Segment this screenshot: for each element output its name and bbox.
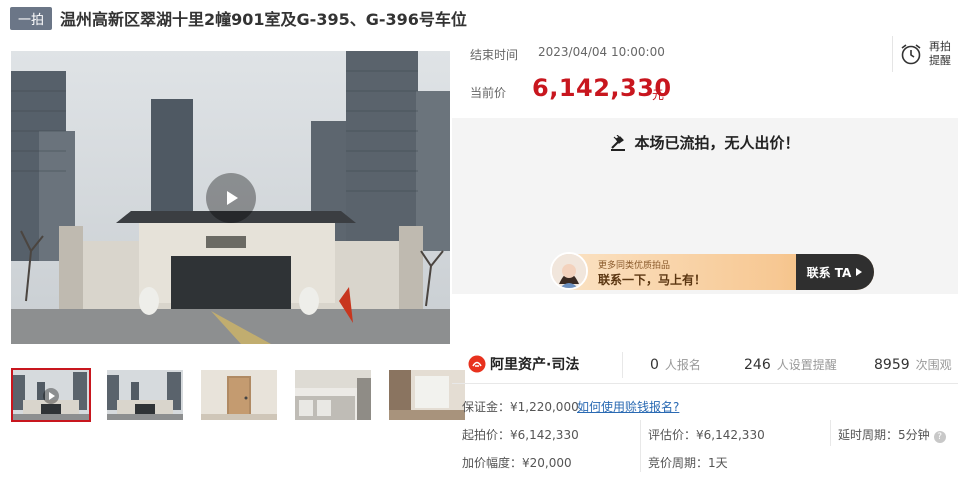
alarm-clock-icon [901,44,921,65]
thumbnail-image [201,370,277,420]
contact-button[interactable]: 联系 TA [796,254,874,290]
reminder-count-value: 246 [744,357,771,373]
gavel-icon [611,134,626,151]
deposit-help-link[interactable]: 如何使用赊钱报名? [577,398,679,415]
arrow-right-icon [856,268,863,276]
video-play-button[interactable] [206,173,256,223]
divider [622,352,623,378]
contact-button-label: 联系 TA [806,265,852,280]
view-count: 8959 次围观 [874,356,952,373]
reminder-count-label: 人设置提醒 [776,358,837,372]
auction-status-text: 本场已流拍，无人出价！ [634,134,800,152]
reminder-count: 246 人设置提醒 [744,356,837,373]
avatar-image [552,254,586,288]
current-price: 6,142,330 [532,74,672,102]
delay-period-text: 延时周期：5分钟 [838,428,930,442]
end-time-value: 2023/04/04 10:00:00 [538,45,665,59]
thumbnail-1[interactable] [11,368,91,422]
re-auction-reminder-button[interactable]: 再拍提醒 [892,36,958,72]
deposit: 保证金：¥1,220,000 [462,400,579,414]
thumbnail-image [13,370,89,420]
auction-round-tag: 一拍 [10,6,53,30]
banner-title: 联系一下，马上有！ [598,273,707,287]
auction-info-panel: 结束时间 2023/04/04 10:00:00 当前价 6,142,330 元… [452,36,958,472]
divider [830,420,831,446]
auction-stats: 阿里资产·司法 0 人报名 246 人设置提醒 8959 次围观 [452,346,958,384]
contact-banner[interactable]: 更多同类优质拍品 联系一下，马上有！ 联系 TA [550,252,874,290]
auction-status-box: 本场已流拍，无人出价！ 更多同类优质拍品 联系一下，马上有！ 联系 TA [452,118,958,294]
price-unit: 元 [652,88,665,102]
help-icon[interactable]: ? [933,431,946,443]
play-icon [227,191,238,205]
avatar [550,252,588,290]
thumbnail-3[interactable] [199,368,279,422]
auction-status: 本场已流拍，无人出价！ [452,132,958,153]
delay-period: 延时周期：5分钟? [838,426,946,443]
thumbnail-image [295,370,371,420]
ali-logo-icon [468,355,486,373]
divider [640,420,641,472]
brand[interactable]: 阿里资产·司法 [468,354,579,374]
title-bar: 一拍 温州高新区翠湖十里2幢901室及G-395、G-396号车位 [10,6,467,30]
reminder-label: 再拍提醒 [929,40,951,67]
page-title: 温州高新区翠湖十里2幢901室及G-395、G-396号车位 [60,10,467,29]
price-label: 当前价 [470,86,507,100]
auction-summary: 结束时间 2023/04/04 10:00:00 当前价 6,142,330 元… [452,36,958,116]
main-photo[interactable] [11,51,450,344]
appraisal-price: 评估价：¥6,142,330 [648,428,765,442]
signup-count: 0 人报名 [650,356,701,373]
end-time-label: 结束时间 [470,48,519,62]
bidding-cycle: 竞价周期：1天 [648,456,728,470]
thumbnail-image [107,370,183,420]
signup-count-label: 人报名 [664,358,701,372]
start-price: 起拍价：¥6,142,330 [462,428,579,442]
bid-increment: 加价幅度：¥20,000 [462,456,572,470]
view-count-label: 次围观 [915,358,952,372]
thumbnail-2[interactable] [105,368,185,422]
thumbnail-strip [11,368,467,422]
signup-count-value: 0 [650,357,659,373]
banner-subtitle: 更多同类优质拍品 [598,261,671,271]
brand-name: 阿里资产·司法 [490,357,580,373]
view-count-value: 8959 [874,357,910,373]
thumbnail-4[interactable] [293,368,373,422]
